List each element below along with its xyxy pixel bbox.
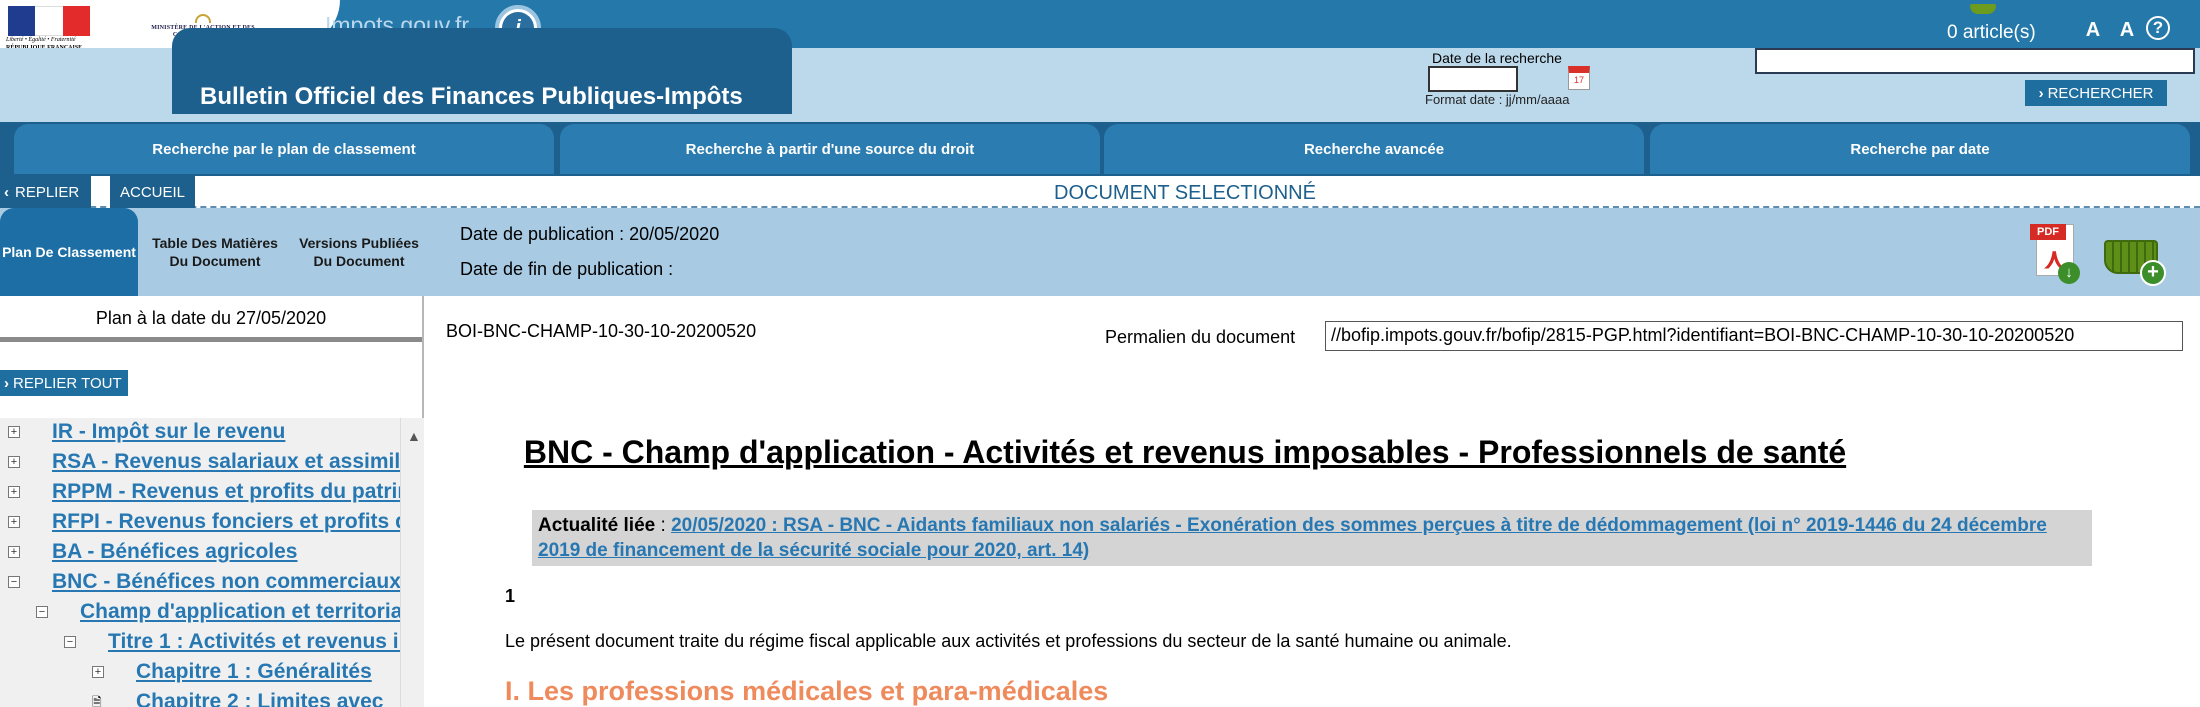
republique-francaise-logo[interactable]: Liberté • Égalité • Fraternité RÉPUBLIQU… xyxy=(6,6,90,51)
basket-article-count[interactable]: 0 article(s) xyxy=(1947,22,2036,44)
tree-item[interactable]: + RFPI - Revenus fonciers et profits du … xyxy=(8,508,402,536)
tree-item[interactable]: 🗎 Chapitre 2 : Limites avec xyxy=(92,688,383,707)
tab-versions-publiees[interactable]: Versions Publiées Du Document xyxy=(292,208,426,296)
collapse-icon[interactable]: − xyxy=(64,636,76,648)
page-title: Bulletin Officiel des Finances Publiques… xyxy=(200,83,743,110)
help-icon[interactable]: ? xyxy=(2146,16,2170,40)
tree-item[interactable]: + BA - Bénéfices agricoles xyxy=(8,538,297,566)
plus-icon: + xyxy=(2140,260,2166,286)
tree-item-label[interactable]: Chapitre 2 : Limites avec xyxy=(136,690,383,707)
tree-item-label[interactable]: BA - Bénéfices agricoles xyxy=(52,540,297,564)
document-selected-title: DOCUMENT SELECTIONNÉ xyxy=(1054,182,1316,204)
publication-date: Date de publication : 20/05/2020 xyxy=(460,224,720,244)
ministry-emblem-icon xyxy=(195,14,211,23)
collapse-icon[interactable]: − xyxy=(8,576,20,588)
date-format-hint: Format date : jj/mm/aaaa xyxy=(1425,92,1570,107)
date-search-input[interactable] xyxy=(1428,66,1518,92)
mini-basket-icon[interactable] xyxy=(1970,4,1996,14)
expand-icon[interactable]: + xyxy=(92,666,104,678)
expand-icon[interactable]: + xyxy=(8,516,20,528)
chevron-right-icon: › xyxy=(4,374,9,392)
tree-item[interactable]: + RPPM - Revenus et profits du patrimoin… xyxy=(8,478,402,506)
section-heading: I. Les professions médicales et para-méd… xyxy=(505,676,1109,706)
tree-item[interactable]: − Titre 1 : Activités et revenus imposab… xyxy=(64,628,402,656)
pdf-download-icon[interactable]: PDF ⋏ ↓ xyxy=(2030,222,2082,284)
tab-source-droit[interactable]: Recherche à partir d'une source du droit xyxy=(560,124,1100,174)
tab-plan-de-classement[interactable]: Plan De Classement xyxy=(0,208,138,296)
tree-item[interactable]: − Champ d'application et territorialité xyxy=(36,598,402,626)
related-news-link[interactable]: 20/05/2020 : RSA - BNC - Aidants familia… xyxy=(538,515,2047,561)
tricolor-flag-icon xyxy=(8,6,90,36)
tree-item-label[interactable]: Titre 1 : Activités et revenus imposable… xyxy=(108,630,402,654)
font-increase-icon[interactable]: A xyxy=(2114,18,2140,42)
republic-motto: Liberté • Égalité • Fraternité xyxy=(6,37,76,43)
tree-item-label[interactable]: RPPM - Revenus et profits du patrimoine … xyxy=(52,480,402,504)
plan-date: Plan à la date du 27/05/2020 xyxy=(0,296,422,342)
replier-tout-button[interactable]: › REPLIER TOUT xyxy=(0,370,128,396)
tree-item[interactable]: − BNC - Bénéfices non commerciaux xyxy=(8,568,401,596)
search-button-label: RECHERCHER xyxy=(2047,84,2154,102)
calendar-icon[interactable]: 17 xyxy=(1568,66,1590,90)
download-arrow-icon: ↓ xyxy=(2058,262,2080,284)
chevron-right-icon: › xyxy=(2038,84,2044,102)
expand-icon[interactable]: + xyxy=(8,546,20,558)
related-news-box: Actualité liée : 20/05/2020 : RSA - BNC … xyxy=(532,510,2092,566)
tree-item-label[interactable]: BNC - Bénéfices non commerciaux xyxy=(52,570,401,594)
font-decrease-icon[interactable]: A xyxy=(2080,18,2106,42)
tree-item-label[interactable]: Champ d'application et territorialité xyxy=(80,600,402,624)
add-to-basket-icon[interactable]: + xyxy=(2100,226,2170,286)
date-search-label: Date de la recherche xyxy=(1432,50,1562,66)
tree-item[interactable]: + Chapitre 1 : Généralités xyxy=(92,658,372,686)
permalink-label: Permalien du document xyxy=(1105,327,1296,347)
paragraph-number: 1 xyxy=(505,586,516,606)
related-news-label: Actualité liée xyxy=(538,515,656,536)
tab-table-des-matieres[interactable]: Table Des Matières Du Document xyxy=(148,208,282,296)
body-paragraph: Le présent document traite du régime fis… xyxy=(505,631,1512,651)
document-title: BNC - Champ d'application - Activités et… xyxy=(523,434,1847,470)
related-news-separator: : xyxy=(655,515,672,536)
expand-icon[interactable]: + xyxy=(8,486,20,498)
search-button[interactable]: › RECHERCHER xyxy=(2025,80,2167,106)
tree-item-label[interactable]: RFPI - Revenus fonciers et profits du pa… xyxy=(52,510,402,534)
collapse-icon[interactable]: − xyxy=(36,606,48,618)
search-input[interactable] xyxy=(1755,48,2195,74)
document-id: BOI-BNC-CHAMP-10-30-10-20200520 xyxy=(446,321,757,341)
permalink-field[interactable]: //bofip.impots.gouv.fr/bofip/2815-PGP.ht… xyxy=(1325,321,2183,351)
tab-recherche-avancee[interactable]: Recherche avancée xyxy=(1104,124,1644,174)
tab-recherche-date[interactable]: Recherche par date xyxy=(1650,124,2190,174)
pdf-label: PDF xyxy=(2030,224,2066,240)
tree-item-label[interactable]: Chapitre 1 : Généralités xyxy=(136,660,372,684)
replier-tout-label: REPLIER TOUT xyxy=(13,374,122,392)
page: Liberté • Égalité • Fraternité RÉPUBLIQU… xyxy=(0,0,2200,707)
tab-plan-classement[interactable]: Recherche par le plan de classement xyxy=(14,124,554,174)
document-icon: 🗎 xyxy=(92,695,102,707)
end-publication-date: Date de fin de publication : xyxy=(460,259,674,279)
